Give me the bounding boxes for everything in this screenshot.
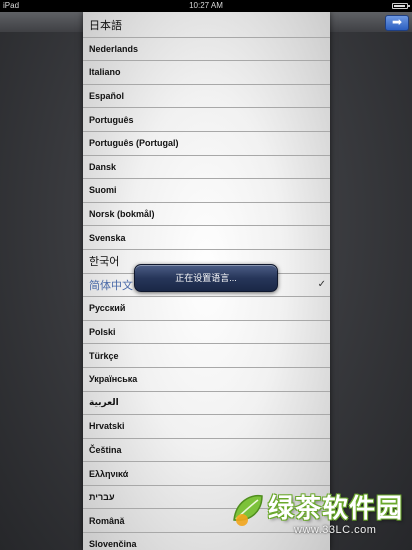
language-label: 日本語 — [89, 20, 122, 33]
watermark-url: www.33LC.com — [294, 524, 377, 536]
loading-message: 正在设置语言... — [175, 273, 237, 283]
language-row[interactable]: Português — [83, 108, 330, 132]
language-label: Italiano — [89, 67, 121, 78]
language-row[interactable]: Українська — [83, 368, 330, 392]
language-row[interactable]: Italiano — [83, 61, 330, 85]
language-row[interactable]: Türkçe — [83, 344, 330, 368]
language-label: Ελληνικά — [89, 468, 129, 479]
language-label: 简体中文 — [89, 279, 133, 292]
language-row[interactable]: Polski — [83, 321, 330, 345]
language-label: Português — [89, 114, 134, 125]
language-label: Suomi — [89, 185, 117, 196]
loading-hud: 正在设置语言... — [134, 264, 278, 292]
language-label: Українська — [89, 374, 138, 385]
language-row[interactable]: Ελληνικά — [83, 462, 330, 486]
language-label: Svenska — [89, 232, 126, 243]
language-label: עברית — [89, 492, 115, 503]
leaf-logo-icon — [233, 494, 263, 526]
language-label: Română — [89, 515, 125, 526]
language-row[interactable]: Español — [83, 85, 330, 109]
battery-icon — [392, 3, 410, 9]
status-time: 10:27 AM — [189, 1, 223, 10]
language-label: Slovenčina — [89, 539, 137, 550]
language-row[interactable]: Čeština — [83, 439, 330, 463]
language-label: Čeština — [89, 444, 122, 455]
language-label: Hrvatski — [89, 421, 125, 432]
checkmark-icon: ✓ — [317, 279, 326, 291]
language-row[interactable]: Русский — [83, 297, 330, 321]
language-label: العربية — [89, 397, 119, 408]
language-label: Nederlands — [89, 43, 139, 54]
watermark: 绿茶软件园 www.33LC.com — [228, 484, 412, 550]
status-bar: iPad 10:27 AM — [0, 0, 412, 12]
language-row[interactable]: Svenska — [83, 226, 330, 250]
language-label: Español — [89, 91, 125, 102]
arrow-right-icon: ➡ — [391, 15, 403, 29]
language-row[interactable]: Suomi — [83, 179, 330, 203]
language-row[interactable]: 日本語 — [83, 14, 330, 38]
language-label: 한국어 — [89, 256, 120, 269]
language-row[interactable]: العربية — [83, 392, 330, 416]
language-row[interactable]: Português (Portugal) — [83, 132, 330, 156]
next-button[interactable]: ➡ — [385, 15, 409, 31]
language-row[interactable]: Dansk — [83, 156, 330, 180]
language-label: Türkçe — [89, 350, 119, 361]
language-row[interactable]: Nederlands — [83, 38, 330, 62]
language-row[interactable]: Norsk (bokmål) — [83, 203, 330, 227]
language-label: Dansk — [89, 161, 117, 172]
language-row[interactable]: Hrvatski — [83, 415, 330, 439]
language-label: Norsk (bokmål) — [89, 209, 155, 220]
language-label: Português (Portugal) — [89, 138, 179, 149]
language-label: Русский — [89, 303, 126, 314]
language-label: Polski — [89, 327, 116, 338]
watermark-brand: 绿茶软件园 — [268, 493, 404, 523]
